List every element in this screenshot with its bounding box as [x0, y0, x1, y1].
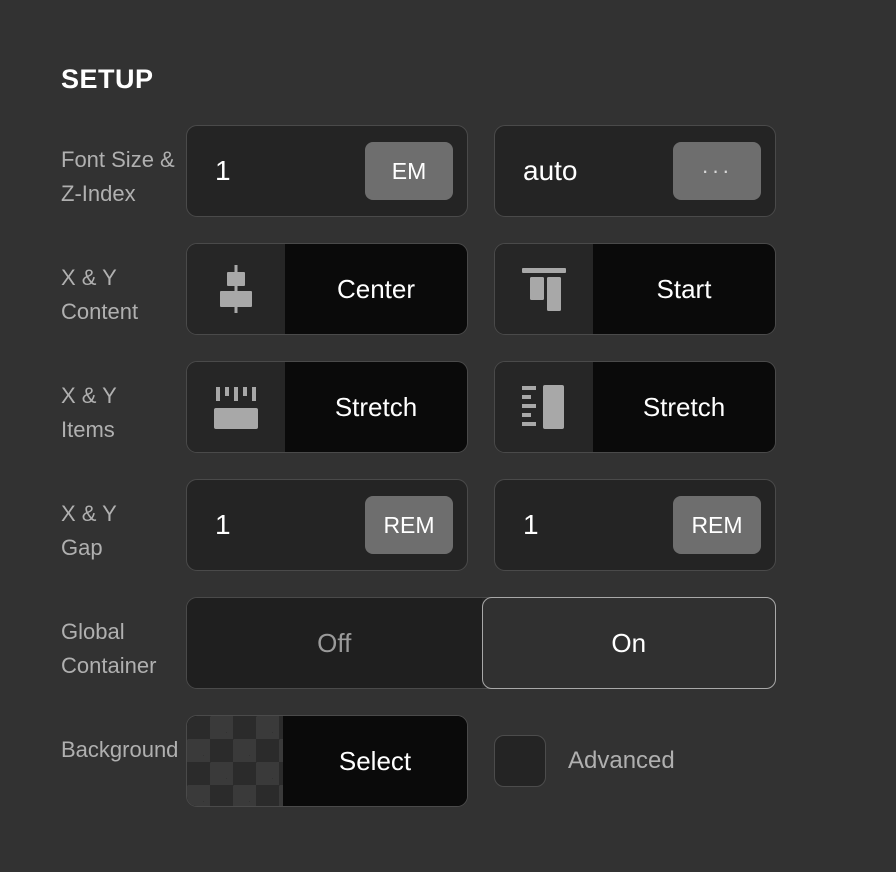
- transparency-checker-swatch[interactable]: [187, 716, 283, 806]
- row-fields: Select Advanced: [186, 715, 675, 807]
- z-index-options-button[interactable]: ···: [673, 142, 761, 200]
- x-gap-value: 1: [215, 509, 231, 540]
- setup-panel: SETUP Font Size & Z-Index 1 EM auto ··· …: [0, 0, 896, 872]
- x-items-control[interactable]: Stretch: [186, 361, 468, 453]
- x-content-value: Center: [285, 244, 467, 334]
- advanced-checkbox[interactable]: [494, 735, 546, 787]
- row-global-container: Global Container Off On: [0, 597, 896, 715]
- x-gap-field[interactable]: 1 REM: [186, 479, 468, 571]
- row-fields: 1 REM 1 REM: [186, 479, 776, 571]
- row-label-font-size-z-index: Font Size & Z-Index: [61, 147, 175, 206]
- font-size-value: 1: [215, 155, 231, 186]
- y-gap-value: 1: [523, 509, 539, 540]
- row-fields: Center Start: [186, 243, 776, 335]
- stretch-horizontal-icon: [187, 362, 285, 452]
- background-select-control[interactable]: Select: [186, 715, 468, 807]
- y-items-value: Stretch: [593, 362, 775, 452]
- row-label-xy-gap: X & Y Gap: [61, 501, 117, 560]
- global-container-option-on[interactable]: On: [481, 597, 776, 689]
- y-gap-unit-button[interactable]: REM: [673, 496, 761, 554]
- y-content-control[interactable]: Start: [494, 243, 776, 335]
- settings-rows: Font Size & Z-Index 1 EM auto ··· X & Y …: [0, 125, 896, 833]
- row-label-background: Background: [61, 737, 179, 762]
- y-items-control[interactable]: Stretch: [494, 361, 776, 453]
- global-container-option-off[interactable]: Off: [187, 598, 482, 688]
- page-title: SETUP: [61, 64, 154, 94]
- row-label-global-container: Global Container: [61, 619, 157, 678]
- align-center-vertical-icon: [187, 244, 285, 334]
- y-content-value: Start: [593, 244, 775, 334]
- advanced-label: Advanced: [568, 747, 675, 774]
- background-select-label: Select: [283, 716, 467, 806]
- global-container-toggle: Off On: [186, 597, 776, 689]
- row-label-xy-content: X & Y Content: [61, 265, 139, 324]
- x-items-value: Stretch: [285, 362, 467, 452]
- row-font-size-z-index: Font Size & Z-Index 1 EM auto ···: [0, 125, 896, 243]
- row-fields: Off On: [186, 597, 776, 689]
- row-xy-items: X & Y Items Stretch Stretch: [0, 361, 896, 479]
- row-fields: 1 EM auto ···: [186, 125, 776, 217]
- row-xy-content: X & Y Content Center Start: [0, 243, 896, 361]
- z-index-value: auto: [523, 155, 578, 186]
- x-gap-unit-button[interactable]: REM: [365, 496, 453, 554]
- y-gap-field[interactable]: 1 REM: [494, 479, 776, 571]
- z-index-field[interactable]: auto ···: [494, 125, 776, 217]
- row-background: Background Select Advanced: [0, 715, 896, 833]
- row-xy-gap: X & Y Gap 1 REM 1 REM: [0, 479, 896, 597]
- advanced-checkbox-row[interactable]: Advanced: [494, 715, 675, 807]
- align-start-top-icon: [495, 244, 593, 334]
- x-content-control[interactable]: Center: [186, 243, 468, 335]
- row-fields: Stretch Stretch: [186, 361, 776, 453]
- font-size-field[interactable]: 1 EM: [186, 125, 468, 217]
- font-size-unit-button[interactable]: EM: [365, 142, 453, 200]
- row-label-xy-items: X & Y Items: [61, 383, 117, 442]
- stretch-vertical-icon: [495, 362, 593, 452]
